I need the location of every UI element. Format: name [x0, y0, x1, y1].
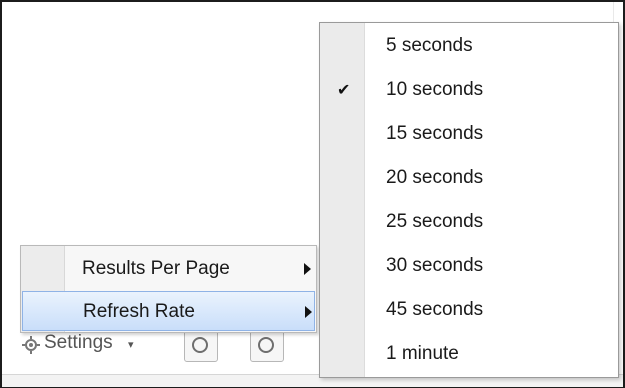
- gear-icon[interactable]: [22, 336, 40, 354]
- refresh-icon: [192, 337, 208, 353]
- menu-item-label: Refresh Rate: [83, 301, 195, 322]
- settings-menu: Results Per Page Refresh Rate: [20, 245, 317, 333]
- submenu-item-label: 30 seconds: [386, 255, 484, 276]
- settings-menu-button[interactable]: Settings: [44, 332, 113, 354]
- window-frame: Settings ▾ Results Per Page Refresh Rate…: [0, 0, 625, 388]
- submenu-item-30-seconds[interactable]: 30 seconds: [320, 245, 618, 289]
- menu-item-label: Results Per Page: [82, 258, 230, 279]
- submenu-item-label: 45 seconds: [386, 299, 484, 320]
- chevron-down-icon: ▾: [128, 339, 134, 351]
- menu-item-results-per-page[interactable]: Results Per Page: [22, 249, 315, 289]
- submenu-item-10-seconds[interactable]: ✔ 10 seconds: [320, 69, 618, 113]
- submenu-item-label: 10 seconds: [386, 79, 484, 100]
- stop-button[interactable]: [250, 330, 284, 362]
- submenu-item-label: 5 seconds: [386, 35, 473, 56]
- submenu-item-5-seconds[interactable]: 5 seconds: [320, 25, 618, 69]
- submenu-item-label: 25 seconds: [386, 211, 484, 232]
- submenu-item-label: 15 seconds: [386, 123, 484, 144]
- checkmark-icon: ✔: [337, 82, 351, 99]
- submenu-item-15-seconds[interactable]: 15 seconds: [320, 113, 618, 157]
- submenu-item-45-seconds[interactable]: 45 seconds: [320, 289, 618, 333]
- submenu-arrow-icon: [305, 306, 312, 318]
- submenu-arrow-icon: [304, 263, 311, 275]
- submenu-item-1-minute[interactable]: 1 minute: [320, 333, 618, 377]
- submenu-item-label: 20 seconds: [386, 167, 484, 188]
- submenu-item-label: 1 minute: [386, 343, 459, 364]
- submenu-item-25-seconds[interactable]: 25 seconds: [320, 201, 618, 245]
- refresh-rate-submenu: 5 seconds ✔ 10 seconds 15 seconds 20 sec…: [319, 22, 619, 378]
- submenu-item-20-seconds[interactable]: 20 seconds: [320, 157, 618, 201]
- menu-item-refresh-rate[interactable]: Refresh Rate: [22, 291, 315, 331]
- stop-icon: [258, 337, 274, 353]
- refresh-button[interactable]: [184, 330, 218, 362]
